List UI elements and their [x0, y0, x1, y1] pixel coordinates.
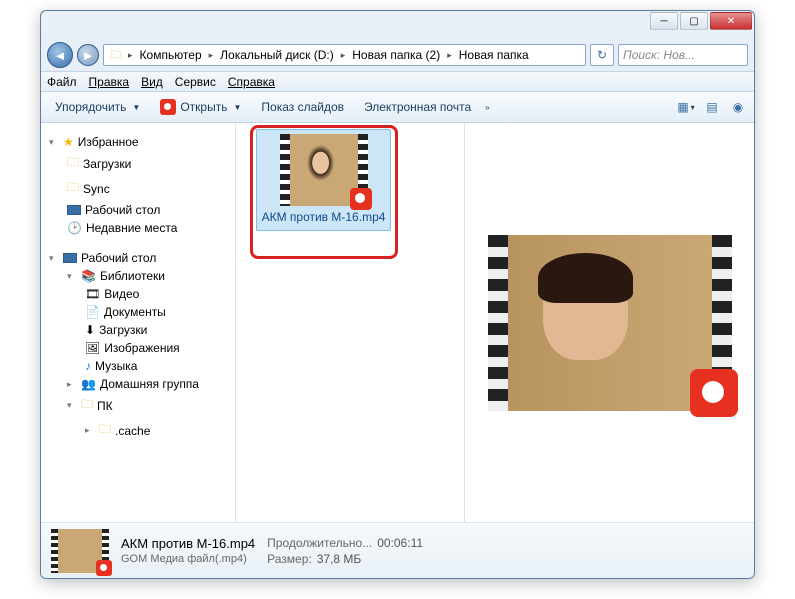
menu-view[interactable]: Вид — [141, 75, 163, 89]
tree-sync[interactable]: 🗀Sync — [45, 176, 231, 201]
gom-overlay-icon — [690, 369, 738, 417]
video-icon: 🎞 — [85, 287, 100, 301]
tree-desktop[interactable]: ▾ Рабочий стол — [45, 249, 231, 267]
video-thumbnail — [280, 134, 368, 206]
tree-pc[interactable]: ▾🗀ПК — [45, 393, 231, 418]
organize-button[interactable]: Упорядочить▼ — [47, 97, 148, 117]
nav-bar: ◄ ► 🗀 ▸ Компьютер ▸ Локальный диск (D:) … — [41, 39, 754, 71]
explorer-window: ─ ▢ ✕ ◄ ► 🗀 ▸ Компьютер ▸ Локальный диск… — [40, 10, 755, 579]
chevron-down-icon: ▼ — [233, 103, 241, 112]
detail-filename: АКМ против М-16.mp4 — [121, 536, 255, 551]
email-button[interactable]: Электронная почта — [356, 97, 479, 117]
tree-homegroup[interactable]: ▸👥Домашняя группа — [45, 375, 231, 393]
homegroup-icon: 👥 — [81, 377, 96, 391]
tree-downloads-lib[interactable]: ⬇Загрузки — [45, 321, 231, 339]
search-input[interactable]: Поиск: Нов... — [618, 44, 748, 66]
image-icon: 🖼 — [85, 341, 100, 355]
folder-icon: 🗀 — [108, 47, 124, 63]
close-button[interactable]: ✕ — [710, 12, 752, 30]
download-icon: ⬇ — [85, 323, 95, 337]
document-icon: 📄 — [85, 305, 100, 319]
collapse-icon[interactable]: ▾ — [49, 253, 59, 264]
forward-button[interactable]: ► — [77, 44, 99, 66]
folder-icon: 🗀 — [67, 153, 79, 174]
menu-bar: Файл Правка Вид Сервис Справка — [41, 71, 754, 91]
tree-recent[interactable]: 🕑Недавние места — [45, 219, 231, 237]
help-button[interactable]: ◉ — [728, 97, 748, 117]
preview-pane-button[interactable]: ▤ — [702, 97, 722, 117]
duration-value: 00:06:11 — [377, 536, 423, 550]
menu-tools[interactable]: Сервис — [175, 75, 216, 89]
chevron-right-icon: ▸ — [128, 50, 133, 61]
desktop-icon — [67, 205, 81, 215]
folder-icon: 🗀 — [99, 420, 111, 441]
address-bar[interactable]: 🗀 ▸ Компьютер ▸ Локальный диск (D:) ▸ Но… — [103, 44, 586, 66]
star-icon: ★ — [63, 135, 74, 149]
folder-icon: 🗀 — [81, 395, 93, 416]
tree-images[interactable]: 🖼Изображения — [45, 339, 231, 357]
tree-libraries[interactable]: ▾ 📚Библиотеки — [45, 267, 231, 285]
tree-desktop-fav[interactable]: Рабочий стол — [45, 201, 231, 219]
chevron-right-icon: ▸ — [341, 50, 346, 61]
command-bar: Упорядочить▼ Открыть▼ Показ слайдов Элек… — [41, 91, 754, 123]
recent-icon: 🕑 — [67, 221, 82, 235]
slideshow-button[interactable]: Показ слайдов — [253, 97, 352, 117]
tree-favorites[interactable]: ▾ ★ Избранное — [45, 133, 231, 151]
desktop-icon — [63, 253, 77, 263]
minimize-button[interactable]: ─ — [650, 12, 678, 30]
gom-overlay-icon — [350, 188, 372, 210]
tree-video[interactable]: 🎞Видео — [45, 285, 231, 303]
view-options-button[interactable]: ▦▾ — [676, 97, 696, 117]
folder-icon: 🗀 — [67, 178, 79, 199]
menu-file[interactable]: Файл — [47, 75, 77, 89]
gom-overlay-icon — [96, 560, 112, 576]
tree-cache[interactable]: ▸🗀.cache — [45, 418, 231, 443]
duration-label: Продолжительно... — [267, 536, 372, 550]
breadcrumb-part[interactable]: Локальный диск (D:) — [217, 47, 337, 63]
tree-documents[interactable]: 📄Документы — [45, 303, 231, 321]
breadcrumb-part[interactable]: Новая папка (2) — [349, 47, 443, 63]
menu-edit[interactable]: Правка — [89, 75, 130, 89]
collapse-icon[interactable]: ▾ — [49, 137, 59, 148]
chevron-right-icon: ▸ — [447, 50, 452, 61]
search-placeholder: Поиск: Нов... — [623, 48, 695, 62]
chevron-down-icon: ▼ — [132, 103, 140, 112]
refresh-button[interactable]: ↻ — [590, 44, 614, 66]
file-name: АКМ против М-16.mp4 — [261, 210, 386, 226]
breadcrumb-root[interactable]: Компьютер — [137, 47, 205, 63]
file-list[interactable]: АКМ против М-16.mp4 — [236, 123, 464, 522]
collapse-icon[interactable]: ▾ — [67, 271, 77, 282]
back-button[interactable]: ◄ — [47, 42, 73, 68]
maximize-button[interactable]: ▢ — [680, 12, 708, 30]
detail-filetype: GOM Медиа файл(.mp4) — [121, 553, 255, 565]
menu-help[interactable]: Справка — [228, 75, 275, 89]
preview-pane — [464, 123, 754, 522]
expand-icon[interactable]: ▸ — [85, 425, 95, 436]
open-button[interactable]: Открыть▼ — [152, 96, 249, 118]
music-icon: ♪ — [85, 359, 91, 373]
expand-icon[interactable]: ▸ — [67, 379, 77, 390]
tree-downloads[interactable]: 🗀Загрузки — [45, 151, 231, 176]
overflow-icon[interactable]: » — [485, 103, 489, 112]
detail-thumbnail — [51, 529, 109, 573]
file-item[interactable]: АКМ против М-16.mp4 — [256, 129, 391, 231]
breadcrumb-part[interactable]: Новая папка — [456, 47, 532, 63]
libraries-icon: 📚 — [81, 269, 96, 283]
size-label: Размер: — [267, 552, 312, 566]
preview-thumbnail — [488, 235, 732, 411]
chevron-right-icon: ▸ — [209, 50, 214, 61]
details-pane: АКМ против М-16.mp4 GOM Медиа файл(.mp4)… — [41, 522, 754, 578]
collapse-icon[interactable]: ▾ — [67, 400, 77, 411]
size-value: 37,8 МБ — [317, 552, 362, 566]
titlebar: ─ ▢ ✕ — [41, 11, 754, 39]
tree-music[interactable]: ♪Музыка — [45, 357, 231, 375]
gom-icon — [160, 99, 176, 115]
nav-tree: ▾ ★ Избранное 🗀Загрузки 🗀Sync Рабочий ст… — [41, 123, 236, 522]
